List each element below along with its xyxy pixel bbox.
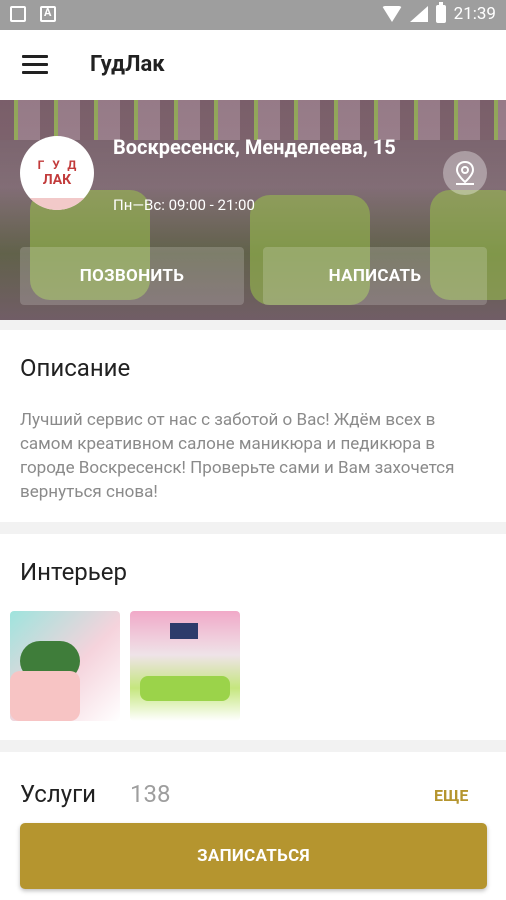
app-bar: ГудЛак — [0, 30, 506, 100]
salon-logo: ГУД ЛАК — [20, 136, 94, 210]
salon-address: Воскресенск, Менделеева, 15 — [113, 135, 396, 159]
write-button[interactable]: НАПИСАТЬ — [263, 247, 487, 305]
salon-hero-header: ГУД ЛАК Воскресенск, Менделеева, 15 Пн—В… — [0, 100, 506, 320]
battery-icon — [435, 2, 446, 23]
services-section: Услуги 138 ЕЩЕ ЗАПИСАТЬСЯ — [0, 752, 506, 900]
wifi-icon — [381, 6, 402, 22]
working-hours: Пн—Вс: 09:00 - 21:00 — [113, 196, 255, 214]
more-services-link[interactable]: ЕЩЕ — [434, 786, 468, 805]
map-pin-icon[interactable] — [443, 151, 487, 195]
interior-title: Интерьер — [20, 558, 128, 586]
interior-photo-2[interactable] — [130, 611, 240, 721]
signal-icon — [409, 6, 428, 22]
book-appointment-button[interactable]: ЗАПИСАТЬСЯ — [20, 823, 487, 889]
hamburger-menu-icon[interactable] — [22, 55, 48, 75]
gallery-notification-icon — [10, 6, 26, 22]
app-title: ГудЛак — [90, 52, 165, 77]
interior-photo-1[interactable] — [10, 611, 120, 721]
interior-section: Интерьер — [0, 534, 506, 740]
app-notification-icon — [40, 6, 56, 22]
services-count: 138 — [130, 780, 171, 808]
status-bar: 21:39 — [0, 0, 506, 30]
status-time: 21:39 — [453, 4, 496, 24]
description-text: Лучший сервис от нас с заботой о Вас! Жд… — [20, 410, 455, 502]
description-title: Описание — [20, 354, 131, 382]
services-title: Услуги — [20, 780, 97, 808]
description-section: Описание Лучший сервис от нас с заботой … — [0, 330, 506, 522]
call-button[interactable]: ПОЗВОНИТЬ — [20, 247, 244, 305]
